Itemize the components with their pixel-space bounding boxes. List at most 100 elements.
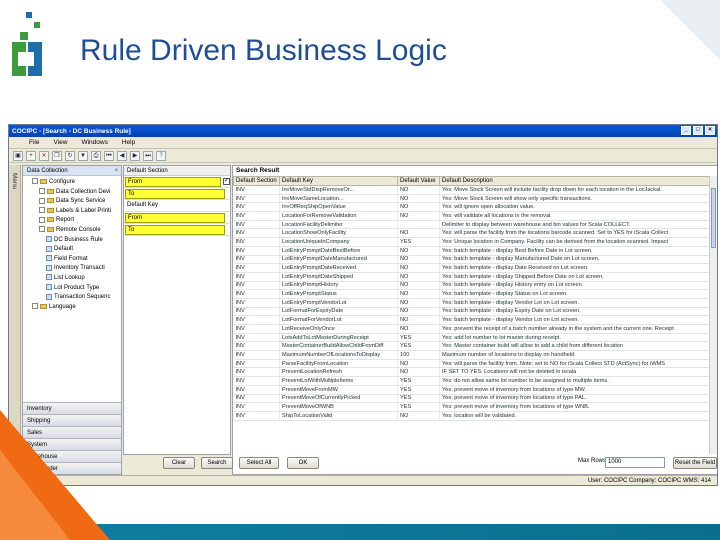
tree-node[interactable]: Field Format xyxy=(25,255,121,265)
select-all-button[interactable]: Select All xyxy=(239,457,279,469)
tree-node[interactable]: Lot Product Type xyxy=(25,283,121,294)
previous-record-icon[interactable]: ◀ xyxy=(117,150,127,161)
tree-node[interactable]: Remote Console xyxy=(25,226,121,236)
column-header[interactable]: Default Section xyxy=(233,176,280,186)
tree-node[interactable]: Report xyxy=(25,216,121,226)
table-row[interactable]: INV PreventLotWithMultipleItems YES Yes: do… xyxy=(233,376,712,386)
table-cell: LotFormatForVendorLot xyxy=(279,315,398,325)
criteria-field[interactable]: To xyxy=(125,188,225,199)
table-cell: INV xyxy=(233,246,280,256)
expand-toggle-icon[interactable] xyxy=(39,207,45,214)
close-window-button[interactable]: × xyxy=(705,126,715,135)
clear-button[interactable]: Clear xyxy=(163,457,195,469)
criteria-row: From ✓ xyxy=(124,176,230,188)
table-row[interactable]: INV ParseFacilityFromLocation NO Yes: will … xyxy=(233,359,712,369)
table-row[interactable]: INV LocationUniqueInCompany YES Yes: Unique… xyxy=(233,237,712,247)
table-row[interactable]: INV InvOffReqShipOpenValue NO Yes: will ign… xyxy=(233,202,712,213)
first-record-icon[interactable]: ⏮ xyxy=(104,150,114,161)
column-header[interactable]: Default Key xyxy=(279,176,398,186)
help-icon[interactable]: ? xyxy=(156,150,166,161)
ok-button[interactable]: OK xyxy=(287,457,319,469)
criteria-field[interactable]: From xyxy=(125,176,221,187)
expand-toggle-icon[interactable] xyxy=(39,226,45,233)
next-record-icon[interactable]: ▶ xyxy=(130,150,140,161)
tree-node[interactable]: Data Collection Devi xyxy=(25,188,121,198)
table-row[interactable]: INV LotEntryPromptVendorLot NO Yes: batch t… xyxy=(233,298,712,308)
add-icon[interactable]: + xyxy=(26,150,36,161)
search-button[interactable]: Search xyxy=(201,457,233,469)
menu-file[interactable]: File xyxy=(29,139,39,146)
table-row[interactable]: INV PreventMoveFromMW YES Yes: prevent move… xyxy=(233,385,712,395)
refresh-icon[interactable]: ↻ xyxy=(65,150,75,161)
column-header[interactable]: Default Value xyxy=(397,176,440,186)
column-header[interactable]: Default Description xyxy=(439,176,712,186)
toolbar: ▣ + ✕ ❐ ↻ ▼ ⎙ ⏮ ◀ ▶ ⏭ ? xyxy=(9,149,717,163)
table-row[interactable]: INV LocationForRemoveValidation NO Yes: wil… xyxy=(233,211,712,221)
menu-help[interactable]: Help xyxy=(122,139,135,146)
table-row[interactable]: INV MasterContainerBuildAllowChildFromDif… xyxy=(233,341,712,352)
table-row[interactable]: INV ShipToLocationValid NO Yes: location wi… xyxy=(233,411,712,421)
table-row[interactable]: INV LocationFacilityDelimiter Delimiter to… xyxy=(233,220,712,230)
delete-icon[interactable]: ✕ xyxy=(39,150,49,161)
tree-node[interactable]: Data Sync Service xyxy=(25,197,121,207)
table-cell: YES xyxy=(397,341,440,352)
table-row[interactable]: INV LotEntryPromptDateShipped NO Yes: batch… xyxy=(233,272,712,282)
table-row[interactable]: INV MaximumNumberOfLocationsToDisplay 100 M… xyxy=(233,350,712,360)
menu-view[interactable]: View xyxy=(53,139,67,146)
tree-node[interactable]: Labels & Label Printi xyxy=(25,207,121,217)
maximize-button[interactable]: □ xyxy=(693,126,703,135)
table-row[interactable]: INV LotEntryPromptDateManufactured NO Yes: … xyxy=(233,255,712,265)
expand-toggle-icon[interactable] xyxy=(32,303,38,310)
filter-icon[interactable]: ▼ xyxy=(78,150,88,161)
last-record-icon[interactable]: ⏭ xyxy=(143,150,153,161)
criteria-field[interactable]: Default Key xyxy=(125,201,225,211)
table-row[interactable]: INV LotReceiveOnlyOnce NO Yes: prevent the … xyxy=(233,324,712,334)
table-row[interactable]: INV InvMoveStdDispRemoveOr... NO Yes: Move … xyxy=(233,185,712,195)
table-row[interactable]: INV PreventMoveOfCurrentlyPicked YES Yes: p… xyxy=(233,394,712,404)
criteria-field[interactable]: To xyxy=(125,224,225,235)
max-rows-input[interactable]: 1000 xyxy=(605,457,665,468)
table-row[interactable]: INV LotEntryPromptDateBestBefore NO Yes: ba… xyxy=(233,246,712,256)
table-row[interactable]: INV LotEntryPromptStatus NO Yes: batch temp… xyxy=(233,289,712,299)
table-row[interactable]: INV LotEntryPromptDateReceived NO Yes: batc… xyxy=(233,263,712,273)
table-row[interactable]: INV LotsAddToLotMasterDuringReceipt YES Yes… xyxy=(233,333,712,343)
status-right: User: COCIPC Company: COCIPC WMS: 414 xyxy=(587,478,711,484)
results-scrollbar[interactable] xyxy=(709,176,717,454)
table-cell: IF SET TO YES: Locations will not be del… xyxy=(439,367,712,378)
table-cell: NO xyxy=(397,359,440,369)
table-row[interactable]: INV InvMoveSameLocation... NO Yes: Move Sto… xyxy=(233,194,712,204)
tree-node[interactable]: Transaction Sequenc xyxy=(25,293,121,303)
table-row[interactable]: INV PreventLocationRefresh NO IF SET TO YES… xyxy=(233,367,712,378)
expand-toggle-icon[interactable] xyxy=(39,216,45,223)
expand-toggle-icon[interactable] xyxy=(39,188,45,195)
copy-icon[interactable]: ❐ xyxy=(52,150,62,161)
close-panel-icon[interactable]: × xyxy=(114,166,118,176)
table-cell: Yes: batch template - display Manufactur… xyxy=(439,255,712,265)
minimize-button[interactable]: _ xyxy=(681,126,691,135)
tree-node-label: Data Collection Devi xyxy=(56,188,111,195)
criteria-field[interactable]: From xyxy=(125,212,225,223)
table-row[interactable]: INV LotFormatForVendorLot NO Yes: batch tem… xyxy=(233,315,712,325)
table-row[interactable]: INV PreventMoveOfWNB YES Yes: prevent move … xyxy=(233,402,712,412)
tree-node[interactable]: Default xyxy=(25,245,121,255)
table-cell: ParseFacilityFromLocation xyxy=(279,359,398,369)
expand-toggle-icon[interactable] xyxy=(32,178,38,185)
tree-node[interactable]: DC Business Rule xyxy=(25,235,121,246)
table-cell: INV xyxy=(233,307,280,317)
tree-node[interactable]: List Lookup xyxy=(25,274,121,284)
expand-toggle-icon[interactable] xyxy=(39,197,45,204)
table-row[interactable]: INV LocationShowOnlyFacility NO Yes: will p… xyxy=(233,228,712,239)
tree-node[interactable]: Configure xyxy=(25,178,121,188)
tree-node[interactable]: Language xyxy=(25,303,121,313)
table-cell: Yes: prevent move of inventory from loca… xyxy=(439,402,712,412)
scrollbar-thumb[interactable] xyxy=(711,188,716,248)
criteria-checkbox[interactable]: ✓ xyxy=(223,178,230,185)
menu-windows[interactable]: Windows xyxy=(81,139,107,146)
save-icon[interactable]: ▣ xyxy=(13,150,23,161)
table-cell: Yes: batch template - display Expiry Dat… xyxy=(439,307,712,317)
table-row[interactable]: INV LotEntryPromptHistory NO Yes: batch tem… xyxy=(233,281,712,291)
print-icon[interactable]: ⎙ xyxy=(91,150,101,161)
table-row[interactable]: INV LotFormatForExpiryDate NO Yes: batch te… xyxy=(233,307,712,317)
reset-field-button[interactable]: Reset the Field xyxy=(673,457,717,469)
tree-node[interactable]: Inventory Transacti xyxy=(25,264,121,274)
